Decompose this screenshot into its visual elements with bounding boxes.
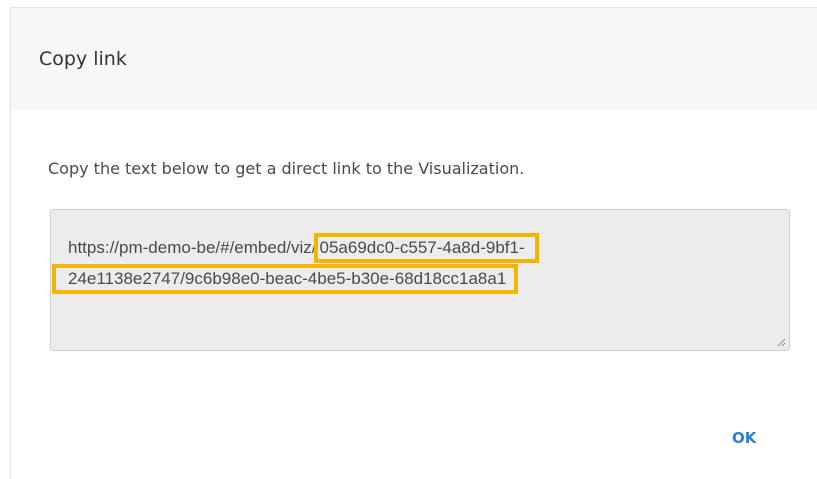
dialog-message: Copy the text below to get a direct link… [48,159,525,178]
link-line-1: https://pm-demo-be/#/embed/viz/05a69dc0-… [68,233,777,263]
link-highlight-part-1: 05a69dc0-c557-4a8d-9bf1- [313,233,539,263]
dialog-title: Copy link [39,48,127,70]
dialog-header: Copy link [11,8,817,110]
link-textarea[interactable]: https://pm-demo-be/#/embed/viz/05a69dc0-… [50,209,790,351]
link-line-2: 24e1138e2747/9c6b98e0-beac-4be5-b30e-68d… [51,262,777,294]
ok-button[interactable]: OK [732,429,756,447]
link-prefix: https://pm-demo-be/#/embed/viz/ [68,238,317,257]
resize-grip-icon[interactable] [776,337,786,347]
copy-link-dialog: Copy link Copy the text below to get a d… [10,7,817,479]
link-highlight-part-2: 24e1138e2747/9c6b98e0-beac-4be5-b30e-68d… [51,264,519,294]
